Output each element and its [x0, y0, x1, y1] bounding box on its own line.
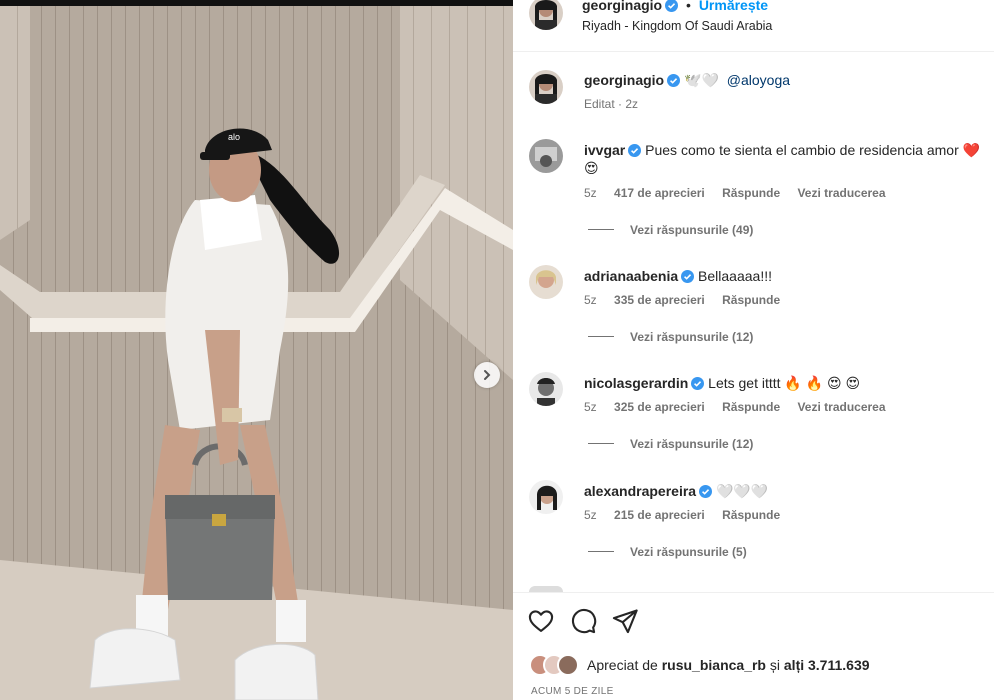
- separator-dot: •: [686, 0, 691, 13]
- avatar[interactable]: [529, 70, 563, 104]
- verified-badge-icon: [628, 144, 642, 157]
- location-link[interactable]: Riyadh - Kingdom Of Saudi Arabia: [582, 19, 772, 33]
- view-replies-button[interactable]: Vezi răspunsurile (12): [588, 330, 753, 344]
- avatar[interactable]: [529, 480, 563, 514]
- avatar[interactable]: [529, 372, 563, 406]
- verified-badge-icon: [665, 0, 679, 12]
- liker-avatars[interactable]: [529, 654, 587, 676]
- comment-likes[interactable]: 215 de aprecieri: [614, 508, 705, 522]
- comment-username[interactable]: alexandrapereira: [584, 483, 696, 499]
- photo-top-bar: [0, 0, 513, 6]
- chevron-right-icon: [484, 370, 491, 380]
- comment-icon: [571, 608, 597, 634]
- action-icons: [527, 607, 639, 635]
- comment-text: ivvgar Pues como te sienta el cambio de …: [584, 141, 989, 177]
- caption-emoji: 🕊️🤍: [684, 72, 719, 88]
- comment-body: 🤍🤍🤍: [715, 483, 769, 499]
- likes-and: și: [769, 657, 780, 673]
- comment-time[interactable]: 5z: [584, 293, 597, 307]
- comment-likes[interactable]: 325 de aprecieri: [614, 400, 705, 414]
- replies-dash: [588, 229, 614, 230]
- comment-text: adrianaabenia Bellaaaaa!!!: [584, 267, 989, 285]
- svg-text:alo: alo: [228, 132, 240, 142]
- reply-button[interactable]: Răspunde: [722, 508, 780, 522]
- verified-badge-icon: [667, 74, 681, 87]
- translate-button[interactable]: Vezi traducerea: [797, 400, 885, 414]
- like-button[interactable]: [527, 607, 555, 635]
- view-replies-label: Vezi răspunsurile (5): [630, 545, 747, 559]
- follow-button[interactable]: Urmărește: [699, 0, 768, 13]
- comment-item: ivvgar Pues como te sienta el cambio de …: [513, 137, 994, 242]
- comment-username[interactable]: adrianaabenia: [584, 268, 678, 284]
- header-username[interactable]: georginagio: [582, 0, 662, 13]
- comment-body: Pues como te sienta el cambio de residen…: [645, 142, 981, 158]
- likes-others-link[interactable]: alți 3.711.639: [784, 657, 870, 673]
- liker-username[interactable]: rusu_bianca_rb: [662, 657, 766, 673]
- view-replies-label: Vezi răspunsurile (12): [630, 330, 754, 344]
- post-image: alo: [0, 0, 513, 700]
- comment-body-continued: 😍: [584, 160, 599, 176]
- replies-dash: [588, 336, 614, 337]
- view-replies-button[interactable]: Vezi răspunsurile (49): [588, 223, 753, 237]
- caption-mention-link[interactable]: @aloyoga: [727, 72, 790, 88]
- comment-likes[interactable]: 417 de aprecieri: [614, 186, 705, 200]
- comment-time[interactable]: 5z: [584, 508, 597, 522]
- post-header: georginagio • Urmărește Riyadh - Kingdom…: [513, 0, 994, 52]
- post-caption: georginagio 🕊️🤍 @aloyoga Editat · 2z: [513, 68, 994, 118]
- avatar: [557, 654, 579, 676]
- comment-username[interactable]: nicolasgerardin: [584, 375, 688, 391]
- comment-button[interactable]: [569, 607, 597, 635]
- post-time-ago[interactable]: ACUM 5 DE ZILE: [531, 686, 614, 697]
- avatar[interactable]: [529, 0, 563, 30]
- comment-item: adrianaabenia Bellaaaaa!!! 5z 335 de apr…: [513, 263, 994, 353]
- header-line: georginagio • Urmărește: [582, 0, 768, 13]
- next-image-button[interactable]: [474, 362, 500, 388]
- comment-body: Bellaaaaa!!!: [698, 268, 772, 284]
- reply-button[interactable]: Răspunde: [722, 400, 780, 414]
- replies-dash: [588, 443, 614, 444]
- post-photo[interactable]: alo: [0, 0, 513, 700]
- heart-icon: [528, 610, 554, 632]
- verified-badge-icon: [699, 485, 713, 498]
- comment-item: alexandrapereira 🤍🤍🤍 5z 215 de aprecieri…: [513, 478, 994, 568]
- view-replies-button[interactable]: Vezi răspunsurile (5): [588, 545, 747, 559]
- likes-summary: Apreciat de rusu_bianca_rb și alți 3.711…: [529, 653, 870, 677]
- translate-button[interactable]: Vezi traducerea: [797, 186, 885, 200]
- avatar[interactable]: [529, 265, 563, 299]
- post-side-panel: georginagio • Urmărește Riyadh - Kingdom…: [513, 0, 994, 700]
- comment-meta: 5z 417 de aprecieri Răspunde Vezi traduc…: [584, 186, 900, 200]
- comment-likes[interactable]: 335 de aprecieri: [614, 293, 705, 307]
- view-replies-label: Vezi răspunsurile (49): [630, 223, 754, 237]
- share-button[interactable]: [611, 607, 639, 635]
- likes-prefix: Apreciat de: [587, 657, 658, 673]
- view-replies-label: Vezi răspunsurile (12): [630, 437, 754, 451]
- caption-username[interactable]: georginagio: [584, 72, 664, 88]
- post-actions: Apreciat de rusu_bianca_rb și alți 3.711…: [513, 592, 994, 700]
- replies-dash: [588, 551, 614, 552]
- comment-text: nicolasgerardin Lets get itttt 🔥 🔥 😍 😍: [584, 374, 989, 392]
- view-replies-button[interactable]: Vezi răspunsurile (12): [588, 437, 753, 451]
- comment-time[interactable]: 5z: [584, 400, 597, 414]
- comment-meta: 5z 325 de aprecieri Răspunde Vezi traduc…: [584, 400, 900, 414]
- comment-item: nicolasgerardin Lets get itttt 🔥 🔥 😍 😍 5…: [513, 370, 994, 460]
- comment-text: alexandrapereira 🤍🤍🤍: [584, 482, 989, 500]
- avatar[interactable]: [529, 139, 563, 173]
- verified-badge-icon: [691, 377, 705, 390]
- comment-body: Lets get itttt 🔥 🔥 😍 😍: [708, 375, 861, 391]
- reply-button[interactable]: Răspunde: [722, 293, 780, 307]
- send-icon: [612, 609, 638, 634]
- comment-time[interactable]: 5z: [584, 186, 597, 200]
- comment-meta: 5z 215 de aprecieri Răspunde: [584, 508, 794, 522]
- reply-button[interactable]: Răspunde: [722, 186, 780, 200]
- comment-meta: 5z 335 de aprecieri Răspunde: [584, 293, 794, 307]
- caption-text: georginagio 🕊️🤍 @aloyoga: [584, 72, 790, 89]
- caption-edited: Editat · 2z: [584, 97, 639, 111]
- verified-badge-icon: [681, 270, 695, 283]
- comment-username[interactable]: ivvgar: [584, 142, 625, 158]
